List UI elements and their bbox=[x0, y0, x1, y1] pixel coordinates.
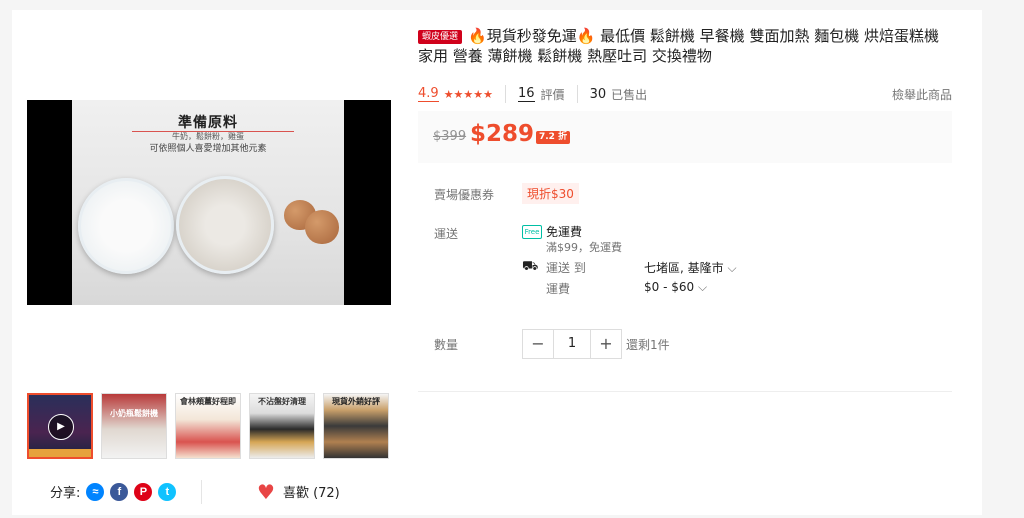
product-info: 蝦皮優選 🔥現貨秒發免運🔥 最低價 鬆餅機 早餐機 雙面加熱 麵包機 烘焙蛋糕機 … bbox=[418, 26, 954, 392]
divider bbox=[505, 85, 506, 103]
decrease-button[interactable]: − bbox=[523, 330, 553, 358]
report-link[interactable]: 檢舉此商品 bbox=[892, 86, 952, 103]
thumbnail-2[interactable]: 小奶瓶鬆餅機 bbox=[101, 393, 167, 459]
thumbnail-banner bbox=[29, 449, 91, 457]
chevron-down-icon: ⌵ bbox=[727, 261, 737, 275]
like-button[interactable]: ♥ 喜歡 (72) bbox=[257, 479, 340, 504]
ship-to-label: 運送 到 bbox=[546, 261, 586, 275]
product-title: 蝦皮優選 🔥現貨秒發免運🔥 最低價 鬆餅機 早餐機 雙面加熱 麵包機 烘焙蛋糕機 … bbox=[418, 26, 954, 66]
product-title-text: 🔥現貨秒發免運🔥 最低價 鬆餅機 早餐機 雙面加熱 麵包機 烘焙蛋糕機 家用 營… bbox=[418, 27, 939, 65]
truck-icon: ⛟ bbox=[522, 259, 539, 274]
preferred-badge: 蝦皮優選 bbox=[418, 30, 463, 44]
coupon-chip[interactable]: 現折$30 bbox=[522, 183, 579, 204]
share-label: 分享: bbox=[50, 486, 81, 501]
increase-button[interactable]: + bbox=[591, 330, 621, 358]
coupon-label: 賣場優惠券 bbox=[434, 188, 495, 202]
heart-icon: ♥ bbox=[257, 479, 275, 504]
pinterest-icon[interactable]: P bbox=[134, 482, 153, 501]
milk-bowl bbox=[78, 178, 174, 274]
stock-remaining: 還剩1件 bbox=[626, 338, 670, 352]
thumbnail-video[interactable]: ▶ bbox=[27, 393, 93, 459]
product-card: 準備原料 牛奶，鬆餅粉，雞蛋 可依照個人喜愛增加其他元素 ▶ 小奶瓶鬆餅機 會林… bbox=[12, 10, 982, 515]
shipping-fee-select[interactable]: $0 - $60 ⌵ bbox=[644, 280, 707, 295]
play-icon: ▶ bbox=[48, 414, 74, 440]
messenger-icon[interactable]: ≈ bbox=[86, 482, 105, 501]
divider bbox=[576, 85, 578, 103]
video-title: 準備原料 bbox=[178, 115, 238, 131]
video-player[interactable]: 準備原料 牛奶，鬆餅粉，雞蛋 可依照個人喜愛增加其他元素 bbox=[27, 100, 391, 305]
chevron-down-icon: ⌵ bbox=[697, 280, 708, 294]
reviews-count[interactable]: 16 bbox=[518, 86, 535, 102]
share-bar: 分享: ≈ f P t bbox=[50, 482, 182, 501]
main-media[interactable]: 準備原料 牛奶，鬆餅粉，雞蛋 可依照個人喜愛增加其他元素 bbox=[27, 22, 391, 386]
original-price: $399 bbox=[433, 129, 467, 144]
egg bbox=[305, 210, 339, 244]
shipping-fee-value: $0 - $60 bbox=[644, 280, 695, 294]
reviews-label: 評價 bbox=[540, 87, 565, 102]
flour-bowl bbox=[176, 176, 274, 274]
discount-badge: 7.2 折 bbox=[536, 131, 571, 144]
video-subtitle-2: 可依照個人喜愛增加其他元素 bbox=[149, 144, 267, 154]
shipping-fee-label: 運費 bbox=[546, 282, 571, 296]
divider bbox=[201, 480, 202, 504]
rating-value[interactable]: 4.9 bbox=[418, 86, 439, 102]
quantity-input[interactable]: 1 bbox=[553, 330, 591, 358]
thumbnail-4[interactable]: 不沾盤好清理 bbox=[249, 393, 315, 459]
destination-value: 七堵區, 基隆市 bbox=[644, 261, 724, 275]
thumbnail-label: 小奶瓶鬆餅機 bbox=[110, 409, 158, 418]
shipping-label: 運送 bbox=[434, 227, 459, 241]
price-box: $399 $289 7.2 折 bbox=[418, 111, 952, 163]
divider bbox=[418, 391, 952, 392]
video-frame-image: 準備原料 牛奶，鬆餅粉，雞蛋 可依照個人喜愛增加其他元素 bbox=[72, 100, 344, 305]
thumbnail-label: 現貨外銷好評 bbox=[332, 397, 380, 406]
sold-count: 30 bbox=[589, 86, 607, 102]
free-shipping-condition: 滿$99，免運費 bbox=[546, 241, 622, 254]
product-stats: 4.9 ★★★★★ 16 評價 30 已售出 檢舉此商品 bbox=[418, 84, 952, 104]
facebook-icon[interactable]: f bbox=[110, 482, 129, 501]
thumbnail-3[interactable]: 會林頰薑好程即 bbox=[175, 393, 241, 459]
current-price: $289 bbox=[470, 121, 535, 147]
thumbnail-label: 會林頰薑好程即 bbox=[180, 397, 236, 406]
destination-select[interactable]: 七堵區, 基隆市 ⌵ bbox=[644, 259, 737, 276]
twitter-icon[interactable]: t bbox=[158, 482, 177, 501]
sold-label: 已售出 bbox=[611, 87, 648, 102]
thumbnail-label: 不沾盤好清理 bbox=[258, 397, 306, 406]
free-shipping-label: 免運費 bbox=[546, 225, 583, 239]
quantity-stepper: − 1 + bbox=[522, 329, 622, 359]
thumbnail-5[interactable]: 現貨外銷好評 bbox=[323, 393, 389, 459]
star-icons: ★★★★★ bbox=[443, 87, 493, 101]
free-shipping-icon: Free bbox=[522, 225, 542, 239]
like-label: 喜歡 (72) bbox=[282, 486, 340, 501]
quantity-label: 數量 bbox=[434, 338, 459, 352]
